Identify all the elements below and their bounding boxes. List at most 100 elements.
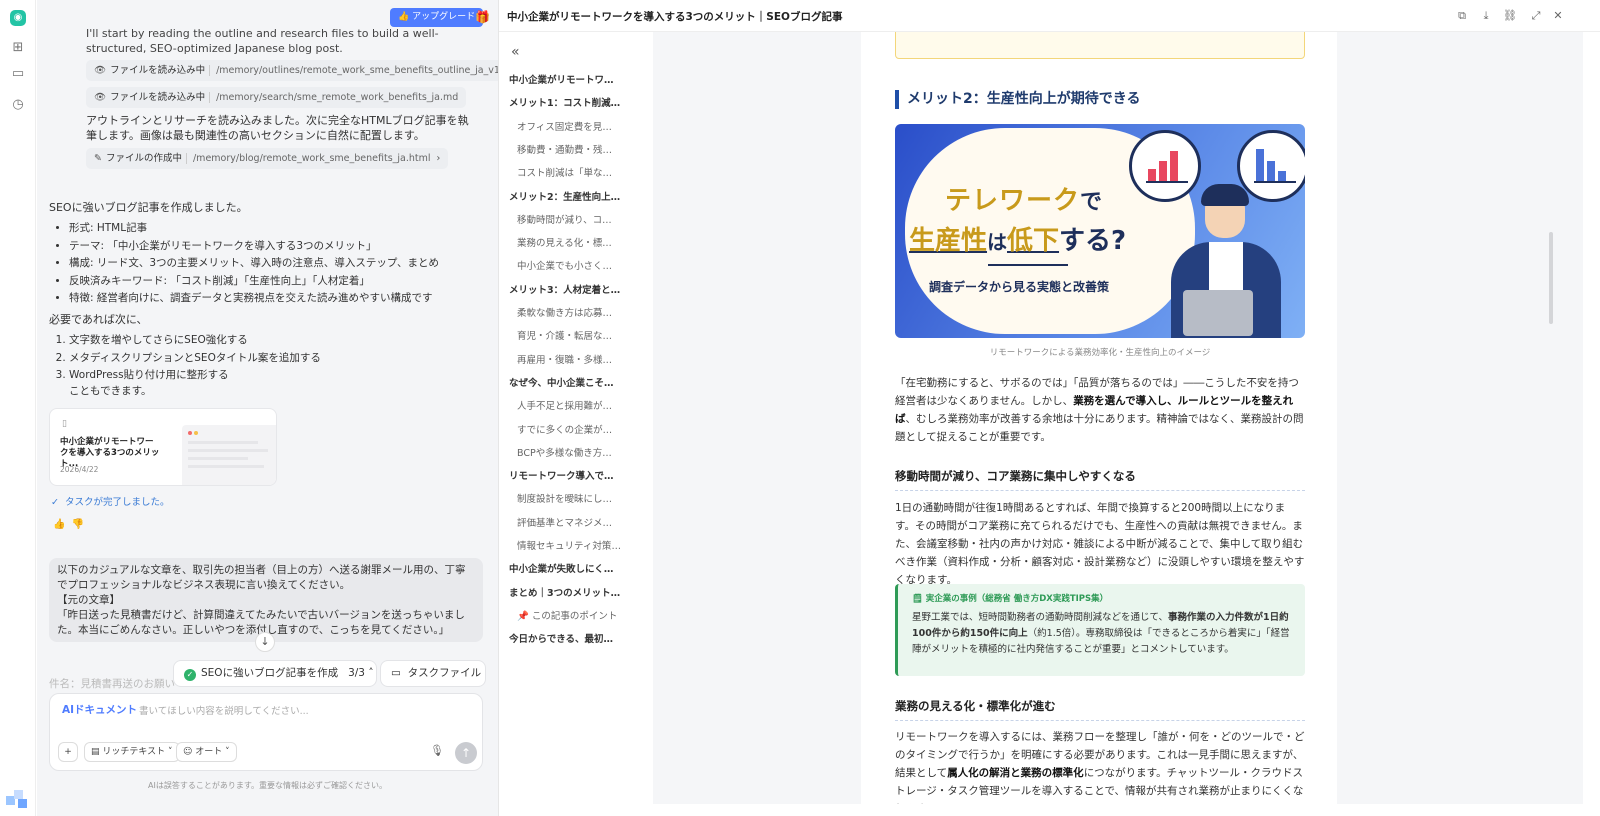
document-card[interactable]: ▯ 中小企業がリモートワークを導入する3つのメリット... 2026/4/22: [49, 408, 277, 486]
thumbs-down-icon[interactable]: 👎: [72, 519, 84, 530]
gift-icon[interactable]: 🎁: [475, 10, 490, 24]
toc-item[interactable]: 移動費・通勤費・残業代の削減: [517, 144, 621, 157]
rich-text-icon: ▤: [91, 747, 100, 757]
check-icon: ✓: [51, 497, 59, 508]
memo-icon: 🗒: [912, 594, 923, 604]
document-title: 中小企業がリモートワークを導入する3つのメリット｜SEOブログ記事: [507, 11, 843, 23]
file-icon: ▯: [62, 419, 67, 429]
toc-item[interactable]: 育児・介護・転居などによる離職を防ぐ: [517, 330, 621, 343]
new-chat-icon[interactable]: ⊞: [10, 40, 26, 56]
toc-item[interactable]: 再雇用・復職・多様な人材の活用: [517, 354, 621, 367]
toc-item[interactable]: 制度設計を曖昧にしない: [517, 493, 621, 506]
toc-item[interactable]: 📌 この記事のポイント: [517, 610, 621, 623]
toc-item[interactable]: 業務の見える化・標準化が進む: [517, 237, 621, 250]
upgrade-label: アップグレード: [412, 12, 476, 22]
toc-item[interactable]: コスト削減は「単なる節約」ではない: [517, 167, 621, 180]
hero-word: テレワーク: [945, 186, 1081, 216]
next-steps-list: 文字数を増やしてさらにSEO強化する メタディスクリプションとSEOタイトル案を…: [49, 332, 479, 385]
chevron-up-icon: ˄: [368, 667, 374, 679]
toc-item[interactable]: 今日からできる、最初の一歩: [509, 633, 621, 646]
toc-item[interactable]: まとめ｜3つのメリットを活かそう: [509, 587, 621, 600]
app-root: ◉ ⊞ ▭ ◷ 👍 アップグレード 🎁 I'll start by readin…: [0, 0, 1600, 816]
assistant-intro: I'll start by reading the outline and re…: [86, 27, 439, 55]
toc-item[interactable]: メリット3：人材定着と採用力の強化: [509, 284, 621, 297]
toc-item[interactable]: 情報セキュリティ対策を徹底する: [517, 540, 621, 553]
expand-icon[interactable]: ⤢: [1529, 9, 1543, 23]
send-button[interactable]: ↑: [455, 742, 477, 764]
toc-item[interactable]: 中小企業がリモートワークを導入する3つのメリット: [509, 74, 621, 87]
file-read-chip-search[interactable]: 👁 ファイルを読み込み中/memory/search/sme_remote_wor…: [86, 87, 467, 108]
app-logo-icon[interactable]: ◉: [10, 10, 26, 26]
toc-item[interactable]: 柔軟な働き方は応募者にとって魅力: [517, 307, 621, 320]
list-item: テーマ: 「中小企業がリモートワークを導入する3つのメリット」: [69, 238, 479, 256]
toc-item[interactable]: 評価基準とマネジメントの見直し: [517, 517, 621, 530]
next-tail: こともできます。: [69, 385, 152, 397]
chip-path: /memory/search/sme_remote_work_benefits_…: [209, 92, 459, 103]
add-attachment-button[interactable]: +: [58, 742, 78, 762]
paragraph-intro: 「在宅勤務にすると、サボるのでは」「品質が落ちるのでは」――こうした不安を持つ経…: [895, 377, 1304, 443]
list-item: 特徴: 経営者向けに、調査データと実務視点を交えた読み進めやすい構成です: [69, 290, 479, 308]
microphone-icon[interactable]: 🎙: [430, 744, 444, 757]
rich-text-select[interactable]: ▤ リッチテキスト ˅: [84, 742, 180, 762]
scrollbar-track[interactable]: [1583, 32, 1600, 816]
toc-item[interactable]: BCPや多様な働き方への対応: [517, 447, 621, 460]
toc-item[interactable]: メリット2：生産性向上が期待できる: [509, 191, 621, 204]
file-read-chip-outline[interactable]: 👁 ファイルを読み込み中/memory/outlines/remote_work_…: [86, 60, 498, 81]
user-avatar[interactable]: [6, 790, 28, 808]
notice-box: [895, 32, 1305, 59]
composer-mode-tag[interactable]: AIドキュメント: [62, 702, 137, 717]
summary-bullets: 形式: HTML記事 テーマ: 「中小企業がリモートワークを導入する3つのメリッ…: [49, 220, 479, 308]
download-icon[interactable]: ⤓: [1479, 9, 1493, 23]
copy-icon[interactable]: ⧉: [1455, 9, 1469, 23]
scroll-to-bottom-button[interactable]: ↓: [255, 632, 275, 652]
chip-label: ファイルの作成中: [105, 153, 182, 164]
list-item: 構成: リード文、3つの主要メリット、導入時の注意点、導入ステップ、まとめ: [69, 255, 479, 273]
task-status-pill[interactable]: ✓ SEOに強いブログ記事を作成 3/3 ˄: [173, 660, 377, 687]
toc-item[interactable]: 中小企業が失敗しにくい導入ステップ: [509, 563, 621, 576]
upgrade-button[interactable]: 👍 アップグレード: [390, 8, 484, 27]
task-progress: 3/3: [348, 667, 365, 679]
assistant-after-read: アウトラインとリサーチを読み込みました。次に完全なHTMLブログ記事を執筆します…: [86, 114, 469, 142]
list-item: WordPress貼り付け用に整形する: [69, 367, 479, 385]
bar-chart-bubble-red: [1129, 130, 1201, 202]
hero-word: で: [1080, 190, 1104, 215]
document-header: 中小企業がリモートワークを導入する3つのメリット｜SEOブログ記事 ⧉ ⤓ ⛓ …: [499, 0, 1600, 32]
auto-label: オート: [195, 747, 223, 757]
auto-mode-select[interactable]: ☺ オート ˅: [176, 742, 237, 762]
toc-item[interactable]: すでに多くの企業が導入している: [517, 424, 621, 437]
eye-icon: 👁: [94, 65, 107, 76]
user-message: 以下のカジュアルな文章を、取引先の担当者（目上の方）へ送る謝罪メール用の、丁寧で…: [49, 558, 483, 642]
person-hair: [1201, 184, 1249, 206]
section-heading: メリット2：生産性向上が期待できる: [895, 90, 1305, 109]
collapse-toc-icon[interactable]: «: [511, 44, 520, 60]
toc-item[interactable]: 中小企業でも小さく始められる: [517, 260, 621, 273]
faded-streaming-text: 件名：見積書再送のお願い: [49, 678, 175, 690]
history-icon[interactable]: ◷: [10, 97, 26, 113]
task-files-button[interactable]: ▭ タスクファイル ˄: [380, 660, 486, 687]
file-write-chip[interactable]: ✎ ファイルの作成中/memory/blog/remote_work_sme_be…: [86, 148, 449, 169]
task-files-label: タスクファイル: [407, 667, 482, 679]
image-caption: リモートワークによる業務効率化・生産性向上のイメージ: [989, 348, 1211, 358]
toc-item[interactable]: 人手不足と採用難が続いている: [517, 400, 621, 413]
toc-item[interactable]: メリット1：コスト削減に直結する: [509, 97, 621, 110]
folder-icon[interactable]: ▭: [10, 66, 26, 82]
scrollbar-thumb[interactable]: [1549, 232, 1553, 324]
hero-word: 生産性: [909, 226, 988, 256]
link-icon[interactable]: ⛓: [1503, 9, 1517, 23]
next-lead: 必要であれば次に、: [49, 313, 148, 326]
paragraph-commute: 1日の通勤時間が往復1時間あるとすれば、年間で換算すると200時間以上になります…: [895, 502, 1305, 586]
toc-item[interactable]: なぜ今、中小企業こそリモートワークなのか: [509, 377, 621, 390]
toc-item[interactable]: リモートワーク導入で押さえるべきポイント: [509, 470, 621, 483]
thumbs-up-icon[interactable]: 👍: [53, 519, 65, 530]
folder-icon: ▭: [391, 667, 401, 679]
hero-line2: 生産性は低下する?: [909, 220, 1126, 257]
hero-image: テレワークで 生産性は低下する? 調査データから見る実態と改善策: [895, 124, 1305, 338]
chevron-down-icon: ˅: [168, 747, 173, 757]
close-icon[interactable]: ✕: [1551, 9, 1565, 23]
left-rail: ◉ ⊞ ▭ ◷: [0, 0, 36, 816]
eye-icon: 👁: [94, 92, 107, 103]
chip-label: ファイルを読み込み中: [110, 65, 206, 76]
composer-input[interactable]: 書いてほしい内容を説明してください...: [139, 703, 309, 717]
toc-item[interactable]: オフィス固定費を見直しやすい: [517, 121, 621, 134]
toc-item[interactable]: 移動時間が減り、コア業務に集中しやすくなる: [517, 214, 621, 227]
